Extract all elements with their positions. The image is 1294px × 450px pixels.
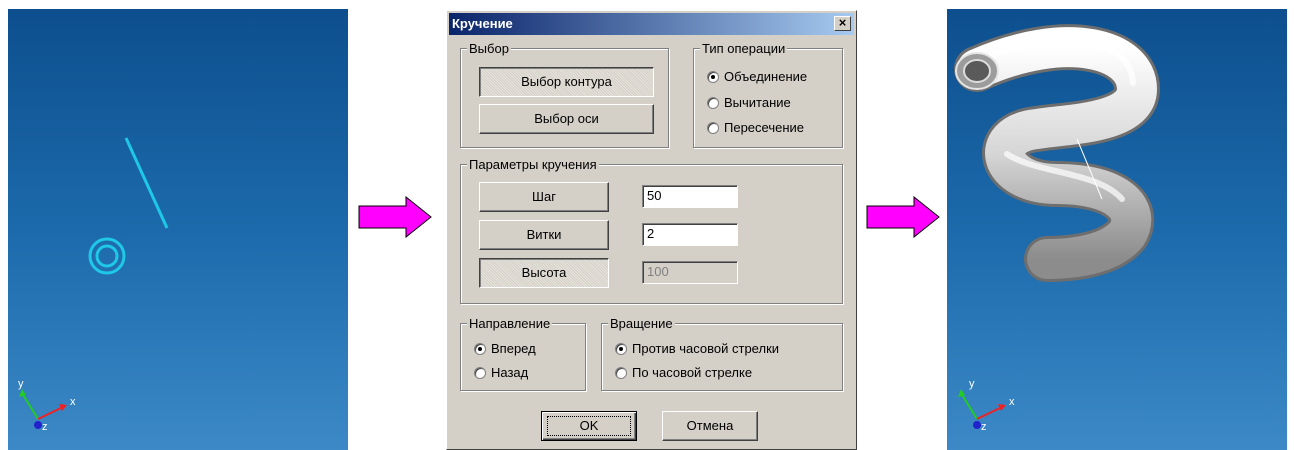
- right-arrow-icon: [358, 196, 432, 238]
- select-axis-label: Выбор оси: [534, 111, 599, 126]
- axis-y-label-after: y: [969, 378, 975, 390]
- radio-clockwise-indicator: [615, 366, 627, 379]
- axis-z-label: z: [42, 421, 48, 433]
- radio-subtract-label: Вычитание: [724, 95, 791, 110]
- axis-x-label-after: x: [1009, 396, 1015, 408]
- operation-type-group: Тип операции Объединение Вычитание Перес…: [693, 41, 843, 148]
- axis-line: [124, 137, 169, 229]
- axis-triad-after: y x z: [958, 378, 1015, 433]
- viewport-after[interactable]: y x z: [947, 9, 1287, 450]
- radio-subtract-indicator: [707, 96, 719, 109]
- ok-button[interactable]: OK: [541, 411, 637, 441]
- radio-backward[interactable]: Назад: [474, 365, 528, 380]
- radio-counterclockwise[interactable]: Против часовой стрелки: [615, 341, 779, 356]
- selection-group-label: Выбор: [467, 41, 511, 56]
- twist-params-label: Параметры кручения: [467, 157, 599, 172]
- select-contour-button[interactable]: Выбор контура: [479, 67, 654, 97]
- right-arrow-icon: [866, 196, 940, 238]
- contour-outer-circle: [88, 237, 126, 275]
- rotation-group: Вращение Против часовой стрелки По часов…: [601, 316, 843, 391]
- viewport-before-canvas: y x z: [18, 137, 169, 433]
- radio-union[interactable]: Объединение: [707, 69, 807, 84]
- height-input: 100: [642, 261, 738, 284]
- dialog-title: Кручение: [452, 16, 513, 31]
- select-contour-label: Выбор контура: [521, 74, 612, 89]
- pitch-button[interactable]: Шаг: [479, 182, 609, 212]
- radio-backward-label: Назад: [491, 365, 529, 380]
- radio-intersect-indicator: [707, 121, 719, 134]
- radio-intersect[interactable]: Пересечение: [707, 120, 804, 135]
- radio-union-label: Объединение: [724, 69, 808, 84]
- radio-intersect-label: Пересечение: [724, 120, 805, 135]
- axis-x-label: x: [70, 396, 76, 408]
- radio-backward-indicator: [474, 366, 486, 379]
- close-button[interactable]: ×: [834, 16, 851, 31]
- radio-clockwise[interactable]: По часовой стрелке: [615, 365, 752, 380]
- axis-triad: y x z: [18, 378, 76, 433]
- rotation-group-label: Вращение: [608, 316, 675, 331]
- turns-button[interactable]: Витки: [479, 220, 609, 250]
- turns-button-label: Витки: [526, 227, 562, 242]
- viewport-after-canvas: y x z: [954, 24, 1161, 433]
- axis-z-label-after: z: [981, 421, 987, 433]
- title-bar[interactable]: Кручение ×: [449, 13, 854, 35]
- radio-forward-label: Вперед: [491, 341, 536, 356]
- ok-focus-ring: [547, 416, 631, 436]
- cancel-button[interactable]: Отмена: [662, 411, 758, 441]
- axis-y-label: y: [18, 378, 24, 390]
- selection-group: Выбор Выбор контура Выбор оси: [460, 41, 669, 148]
- twist-dialog: Кручение × Выбор Выбор контура Выбор оси…: [446, 10, 857, 450]
- select-axis-button[interactable]: Выбор оси: [479, 104, 654, 134]
- close-icon: ×: [838, 15, 847, 30]
- pitch-input[interactable]: 50: [642, 185, 738, 208]
- pitch-button-label: Шаг: [532, 189, 556, 204]
- direction-group: Направление Вперед Назад: [460, 316, 586, 391]
- height-button[interactable]: Высота: [479, 258, 609, 288]
- twist-params-group: Параметры кручения Шаг 50 Витки 2 Высота…: [460, 157, 843, 304]
- radio-subtract[interactable]: Вычитание: [707, 95, 791, 110]
- radio-union-indicator: [707, 70, 719, 83]
- radio-counterclockwise-label: Против часовой стрелки: [632, 341, 780, 356]
- turns-input[interactable]: 2: [642, 223, 738, 246]
- height-button-label: Высота: [521, 265, 567, 280]
- cancel-button-label: Отмена: [686, 418, 734, 433]
- radio-forward[interactable]: Вперед: [474, 341, 536, 356]
- direction-group-label: Направление: [467, 316, 553, 331]
- radio-forward-indicator: [474, 342, 486, 355]
- contour-inner-circle: [95, 244, 119, 268]
- radio-clockwise-label: По часовой стрелке: [632, 365, 753, 380]
- operation-type-label: Тип операции: [700, 41, 788, 56]
- radio-counterclockwise-indicator: [615, 342, 627, 355]
- helix-tube: [954, 24, 1161, 282]
- viewport-before[interactable]: y x z: [8, 9, 348, 450]
